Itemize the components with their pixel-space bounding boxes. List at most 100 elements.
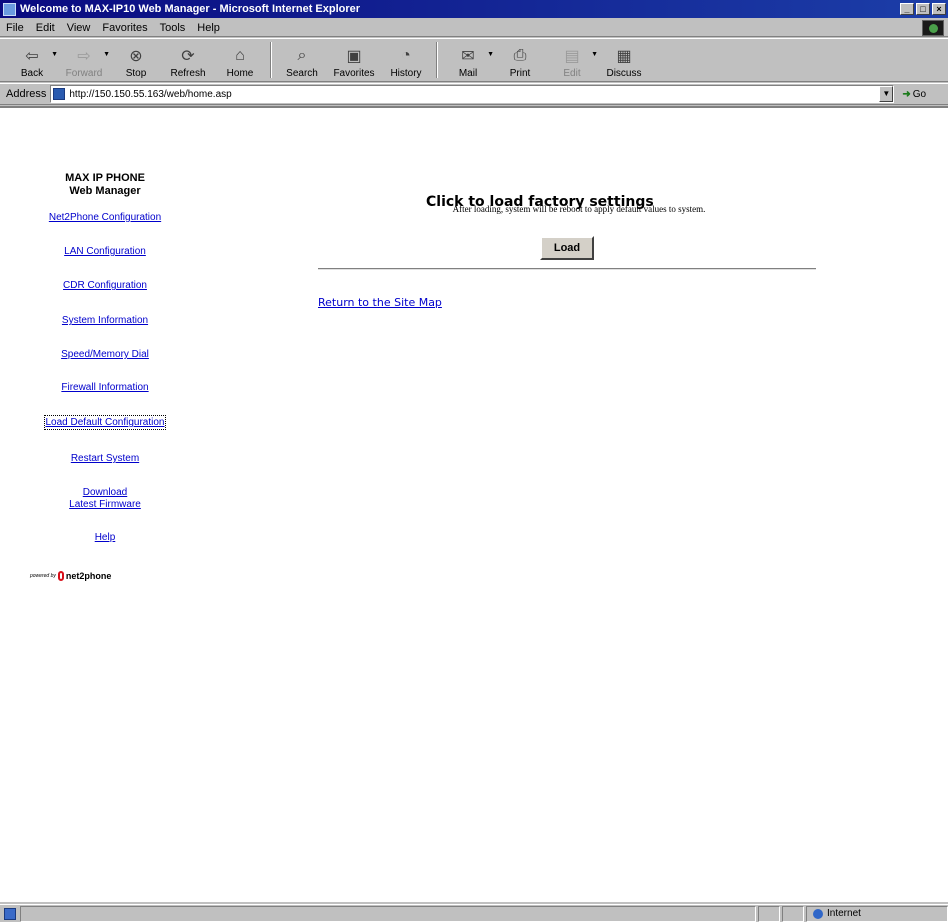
go-arrow-icon: ➜	[902, 88, 911, 100]
browser-window: Welcome to MAX-IP10 Web Manager - Micros…	[0, 0, 948, 922]
security-zone: Internet	[806, 905, 948, 922]
sidebar-item-load-default-configuration[interactable]: Load Default Configuration	[0, 415, 210, 430]
menu-favorites[interactable]: Favorites	[96, 22, 153, 34]
menu-file[interactable]: File	[0, 22, 30, 34]
status-bar: Internet	[0, 904, 948, 922]
sidebar-title-line2: Web Manager	[69, 185, 141, 197]
mail-icon: ✉	[461, 48, 475, 65]
favorites-button[interactable]: ▣ Favorites	[328, 39, 380, 81]
sidebar-item-lan-configuration[interactable]: LAN Configuration	[0, 246, 210, 258]
standard-toolbar: ⇦ Back ▼ ⇨ Forward ▼ ⊗ Stop ⟳ Refresh ⌂ …	[0, 38, 948, 82]
refresh-label: Refresh	[170, 68, 206, 79]
status-text-area	[20, 905, 756, 922]
close-button[interactable]: ×	[932, 3, 946, 15]
home-icon: ⌂	[235, 47, 245, 64]
print-button[interactable]: ⎙ Print	[494, 39, 546, 81]
sidebar-item-latest-firmware[interactable]: Latest Firmware	[0, 499, 210, 511]
sidebar-title: MAX IP PHONE Web Manager	[0, 172, 210, 198]
stop-button[interactable]: ⊗ Stop	[110, 39, 162, 81]
stop-label: Stop	[125, 68, 147, 79]
back-dropdown-icon[interactable]: ▼	[51, 51, 58, 58]
discuss-label: Discuss	[606, 68, 642, 79]
address-input[interactable]: http://150.150.55.163/web/home.asp ▼	[50, 85, 895, 103]
back-arrow-icon: ⇦	[25, 48, 39, 65]
stop-icon: ⊗	[129, 48, 143, 65]
print-label: Print	[509, 68, 531, 79]
security-zone-label: Internet	[827, 908, 861, 919]
favorites-folder-icon: ▣	[346, 48, 362, 65]
toolbar-separator	[436, 42, 438, 78]
return-to-site-map-link[interactable]: Return to the Site Map	[318, 296, 442, 309]
globe-icon	[813, 908, 823, 919]
history-button[interactable]: ◔ History	[380, 39, 432, 81]
powered-by-text: powered by	[30, 573, 56, 579]
forward-dropdown-icon[interactable]: ▼	[103, 51, 110, 58]
load-button[interactable]: Load	[540, 236, 594, 260]
status-security-cell	[782, 905, 804, 922]
powered-by-logo: powered by net2phone	[30, 570, 180, 582]
go-label: Go	[912, 88, 927, 100]
address-label: Address	[6, 88, 47, 100]
window-title: Welcome to MAX-IP10 Web Manager - Micros…	[20, 3, 361, 15]
forward-button[interactable]: ⇨ Forward ▼	[58, 39, 110, 81]
toolbar-separator	[270, 42, 272, 78]
edit-dropdown-icon[interactable]: ▼	[591, 51, 598, 58]
back-button[interactable]: ⇦ Back ▼	[6, 39, 58, 81]
sidebar-item-speed-memory-dial[interactable]: Speed/Memory Dial	[0, 349, 210, 361]
search-label: Search	[286, 68, 318, 79]
sidebar-item-cdr-configuration[interactable]: CDR Configuration	[0, 280, 210, 292]
title-bar: Welcome to MAX-IP10 Web Manager - Micros…	[0, 0, 948, 18]
address-url[interactable]: http://150.150.55.163/web/home.asp	[69, 89, 879, 100]
go-button[interactable]: ➜ Go	[902, 89, 926, 100]
search-button[interactable]: ⌕ Search	[276, 39, 328, 81]
page-content: MAX IP PHONE Web Manager Net2Phone Confi…	[0, 106, 948, 902]
menu-help[interactable]: Help	[191, 22, 226, 34]
menu-bar: File Edit View Favorites Tools Help	[0, 19, 948, 37]
history-icon: ◔	[401, 47, 411, 64]
status-progress-cell	[758, 905, 780, 922]
home-label: Home	[226, 68, 254, 79]
edit-button[interactable]: ▤ Edit ▼	[546, 39, 598, 81]
favorites-label: Favorites	[333, 68, 375, 79]
minimize-button[interactable]: _	[900, 3, 914, 15]
address-bar: Address http://150.150.55.163/web/home.a…	[0, 83, 948, 105]
sidebar-item-firewall-information[interactable]: Firewall Information	[0, 382, 210, 394]
divider	[318, 268, 816, 270]
sidebar-item-download[interactable]: Download	[0, 487, 210, 499]
mail-button[interactable]: ✉ Mail ▼	[442, 39, 494, 81]
home-button[interactable]: ⌂ Home	[214, 39, 266, 81]
menu-edit[interactable]: Edit	[30, 22, 61, 34]
sidebar: MAX IP PHONE Web Manager Net2Phone Confi…	[0, 108, 210, 902]
search-icon: ⌕	[297, 47, 307, 64]
forward-arrow-icon: ⇨	[77, 48, 91, 65]
mail-label: Mail	[458, 68, 478, 79]
maximize-button[interactable]: □	[916, 3, 930, 15]
page-done-icon	[4, 907, 16, 920]
net2phone-logo-icon	[57, 571, 64, 581]
discuss-button[interactable]: ▦ Discuss	[598, 39, 650, 81]
mail-dropdown-icon[interactable]: ▼	[487, 51, 494, 58]
address-dropdown-icon[interactable]: ▼	[879, 86, 894, 102]
sidebar-item-restart-system[interactable]: Restart System	[0, 453, 210, 465]
edit-label: Edit	[563, 68, 581, 79]
refresh-icon: ⟳	[181, 48, 195, 65]
edit-icon: ▤	[564, 48, 580, 65]
sidebar-item-help[interactable]: Help	[0, 532, 210, 544]
discuss-icon: ▦	[616, 48, 632, 65]
page-icon	[53, 88, 66, 100]
menu-view[interactable]: View	[61, 22, 97, 34]
ie-page-icon	[3, 2, 16, 16]
menu-tools[interactable]: Tools	[154, 22, 192, 34]
sidebar-item-system-information[interactable]: System Information	[0, 315, 210, 327]
main-panel: Click to load factory settings After loa…	[210, 108, 948, 902]
sidebar-item-net2phone-configuration[interactable]: Net2Phone Configuration	[0, 212, 210, 224]
forward-label: Forward	[65, 68, 103, 79]
refresh-button[interactable]: ⟳ Refresh	[162, 39, 214, 81]
page-description: After loading, system will be reboot to …	[452, 204, 706, 214]
back-label: Back	[20, 68, 44, 79]
printer-icon: ⎙	[513, 47, 527, 64]
sidebar-title-line1: MAX IP PHONE	[65, 172, 145, 184]
ie-throbber-icon	[922, 20, 944, 36]
net2phone-brand: net2phone	[65, 571, 112, 581]
history-label: History	[390, 68, 422, 79]
